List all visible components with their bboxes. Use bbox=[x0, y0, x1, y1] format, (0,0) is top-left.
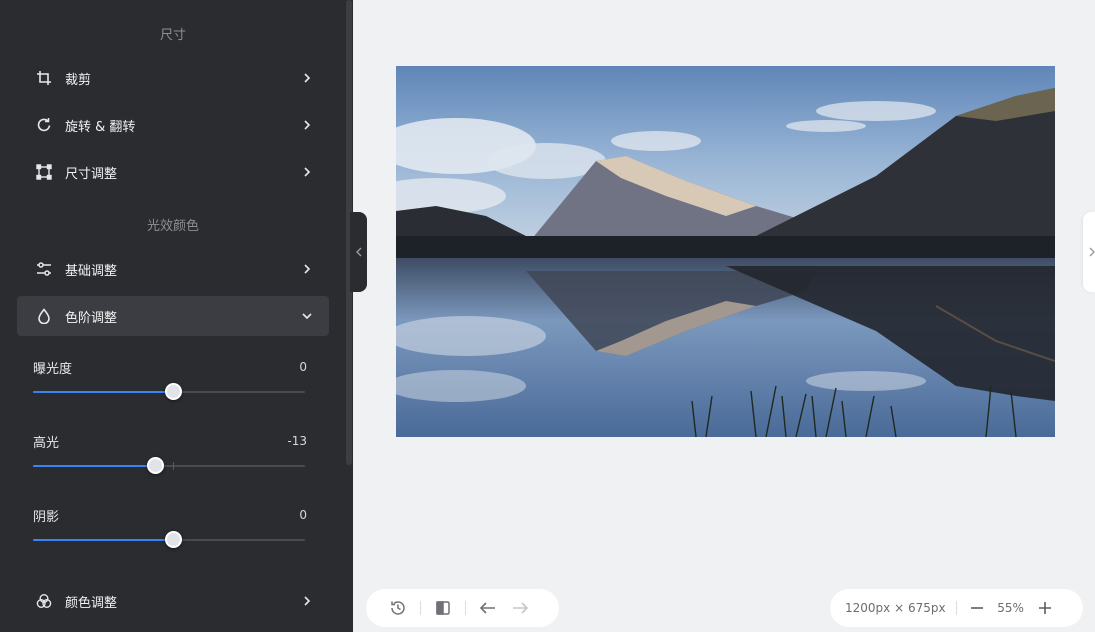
slider-fill bbox=[33, 539, 173, 541]
droplet-icon bbox=[35, 307, 53, 325]
menu-item-basic-adjust[interactable]: 基础调整 bbox=[17, 249, 329, 289]
history-button[interactable] bbox=[388, 598, 408, 618]
chevron-right-icon bbox=[1089, 247, 1095, 257]
menu-item-label: 颜色调整 bbox=[65, 595, 118, 611]
toolbar-divider bbox=[420, 601, 421, 615]
chevron-left-icon bbox=[355, 247, 361, 257]
chevron-right-icon bbox=[301, 595, 313, 607]
redo-button[interactable] bbox=[510, 598, 530, 618]
minus-icon bbox=[970, 607, 983, 609]
slider-fill bbox=[33, 465, 155, 467]
resize-icon bbox=[35, 163, 53, 181]
menu-item-color-adjust[interactable]: 颜色调整 bbox=[17, 581, 329, 621]
slider-value: -13 bbox=[287, 434, 307, 448]
slider-value: 0 bbox=[299, 360, 307, 374]
arrow-right-icon bbox=[513, 602, 529, 614]
zoom-in-button[interactable] bbox=[1035, 598, 1055, 618]
menu-item-label: 裁剪 bbox=[65, 72, 92, 88]
menu-item-levels-adjust[interactable]: 色阶调整 bbox=[17, 296, 329, 336]
slider-exposure: 曝光度 0 bbox=[33, 358, 307, 400]
zoom-out-button[interactable] bbox=[967, 598, 987, 618]
rotate-icon bbox=[35, 116, 53, 134]
section-title-light-color: 光效颜色 bbox=[146, 219, 199, 234]
chevron-right-icon bbox=[301, 166, 313, 178]
undo-button[interactable] bbox=[478, 598, 498, 618]
slider-thumb[interactable] bbox=[147, 457, 164, 474]
image-dimensions: 1200px × 675px bbox=[845, 601, 946, 615]
slider-track[interactable] bbox=[33, 531, 305, 548]
history-icon bbox=[391, 601, 405, 615]
menu-item-label: 基础调整 bbox=[65, 263, 118, 279]
plus-icon bbox=[1038, 602, 1051, 614]
edited-photo bbox=[396, 66, 1055, 437]
slider-shadows: 阴影 0 bbox=[33, 506, 307, 548]
menu-item-label: 色阶调整 bbox=[65, 310, 118, 326]
slider-track[interactable] bbox=[33, 457, 305, 474]
section-title-size: 尺寸 bbox=[159, 28, 186, 43]
slider-label: 阴影 bbox=[33, 509, 60, 525]
toolbar-divider bbox=[465, 601, 466, 615]
menu-item-resize[interactable]: 尺寸调整 bbox=[17, 152, 329, 192]
color-circles-icon bbox=[35, 592, 53, 610]
slider-label: 高光 bbox=[33, 435, 60, 451]
menu-item-rotate-flip[interactable]: 旋转 & 翻转 bbox=[17, 105, 329, 145]
zoom-level: 55% bbox=[997, 601, 1024, 615]
toolbar-divider bbox=[955, 601, 957, 615]
compare-button[interactable] bbox=[433, 598, 453, 618]
slider-highlights: 高光 -13 bbox=[33, 432, 307, 474]
slider-center-mark bbox=[173, 462, 174, 470]
chevron-down-icon bbox=[301, 310, 313, 322]
expand-right-panel-button[interactable] bbox=[1083, 212, 1095, 292]
slider-label: 曝光度 bbox=[33, 361, 73, 377]
menu-item-label: 旋转 & 翻转 bbox=[65, 119, 136, 135]
crop-icon bbox=[35, 69, 53, 87]
collapse-sidebar-button[interactable] bbox=[350, 212, 367, 292]
zoom-toolbar: 1200px × 675px 55% bbox=[830, 589, 1083, 627]
history-toolbar bbox=[366, 589, 559, 627]
adjustment-sidebar: 尺寸 裁剪 旋转 & 翻转 尺寸调整 光效颜色 基础调整 色阶调整 曝光度 0 … bbox=[0, 0, 353, 632]
slider-thumb[interactable] bbox=[165, 383, 182, 400]
slider-fill bbox=[33, 391, 173, 393]
chevron-right-icon bbox=[301, 72, 313, 84]
arrow-left-icon bbox=[479, 602, 495, 614]
menu-item-crop[interactable]: 裁剪 bbox=[17, 58, 329, 98]
chevron-right-icon bbox=[301, 263, 313, 275]
compare-icon bbox=[436, 601, 450, 615]
slider-value: 0 bbox=[299, 508, 307, 522]
slider-thumb[interactable] bbox=[165, 531, 182, 548]
chevron-right-icon bbox=[301, 119, 313, 131]
sliders-icon bbox=[35, 260, 53, 278]
menu-item-label: 尺寸调整 bbox=[65, 166, 118, 182]
slider-track[interactable] bbox=[33, 383, 305, 400]
